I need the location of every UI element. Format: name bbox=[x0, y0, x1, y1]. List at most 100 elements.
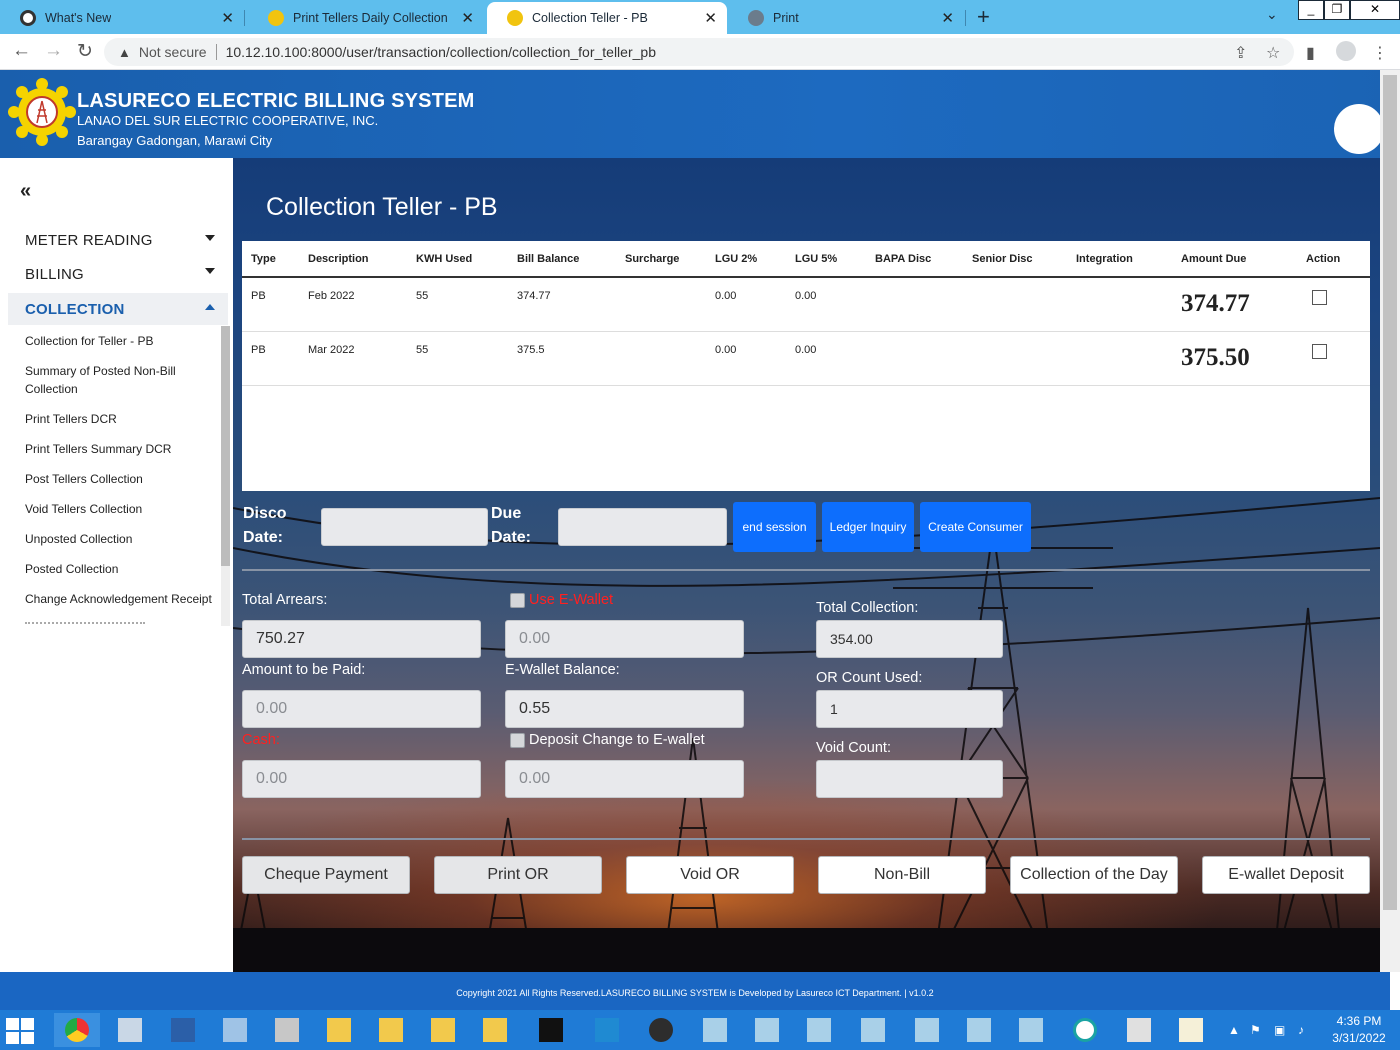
taskbar-window-icon[interactable] bbox=[692, 1013, 738, 1047]
print-or-button[interactable]: Print OR bbox=[434, 856, 602, 894]
tab-collection-teller[interactable]: Collection Teller - PB ✕ bbox=[487, 2, 727, 34]
page-scrollbar-thumb[interactable] bbox=[1383, 75, 1397, 910]
taskbar-remote-desktop-icon[interactable] bbox=[212, 1013, 258, 1047]
sidebar-menu-meter-reading[interactable]: METER READING bbox=[25, 232, 153, 249]
sidebar-item-change-ack-receipt[interactable]: Change Acknowledgement Receipt bbox=[25, 590, 212, 608]
taskbar-folder-icon[interactable] bbox=[472, 1013, 518, 1047]
deposit-change-field[interactable]: 0.00 bbox=[505, 760, 744, 798]
cell-description: Feb 2022 bbox=[299, 277, 407, 332]
sidebar-item-post-tellers-collection[interactable]: Post Tellers Collection bbox=[25, 470, 143, 488]
back-icon[interactable]: ← bbox=[12, 40, 31, 62]
restore-icon[interactable]: ❐ bbox=[1324, 0, 1350, 20]
share-icon[interactable]: ⇪ bbox=[1234, 43, 1247, 63]
caret-up-icon[interactable] bbox=[205, 304, 215, 310]
deposit-change-checkbox[interactable] bbox=[510, 733, 525, 748]
cell-lgu5: 0.00 bbox=[786, 331, 866, 386]
taskbar-window-icon[interactable] bbox=[850, 1013, 896, 1047]
void-or-button[interactable]: Void OR bbox=[626, 856, 794, 894]
profile-icon[interactable] bbox=[1336, 41, 1356, 61]
taskbar-clock[interactable]: 4:36 PM 3/31/2022 bbox=[1318, 1013, 1400, 1047]
taskbar-eset-icon[interactable] bbox=[1062, 1013, 1108, 1047]
sidebar-scrollbar-thumb[interactable] bbox=[221, 326, 230, 566]
sidebar-item-print-tellers-dcr[interactable]: Print Tellers DCR bbox=[25, 410, 117, 428]
non-bill-button[interactable]: Non-Bill bbox=[818, 856, 986, 894]
collection-of-the-day-button[interactable]: Collection of the Day bbox=[1010, 856, 1178, 894]
taskbar-window-icon[interactable] bbox=[956, 1013, 1002, 1047]
sidebar-menu-collection[interactable]: COLLECTION bbox=[25, 301, 125, 318]
taskbar-window-icon[interactable] bbox=[1008, 1013, 1054, 1047]
caret-down-icon[interactable] bbox=[205, 235, 215, 241]
disco-date-input[interactable] bbox=[321, 508, 488, 546]
ewallet-amount-field[interactable]: 0.00 bbox=[505, 620, 744, 658]
taskbar-window-icon[interactable] bbox=[904, 1013, 950, 1047]
sidebar-item-void-tellers-collection[interactable]: Void Tellers Collection bbox=[25, 500, 142, 518]
sidebar-item-summary-non-bill[interactable]: Summary of Posted Non-Bill Collection bbox=[25, 362, 195, 398]
end-session-button[interactable]: end session bbox=[733, 502, 816, 552]
tab-print-tellers-daily[interactable]: Print Tellers Daily Collection ✕ bbox=[248, 2, 484, 34]
windows-start-icon[interactable] bbox=[6, 1018, 36, 1044]
close-tab-icon[interactable]: ✕ bbox=[461, 9, 474, 27]
kebab-menu-icon[interactable]: ⋮ bbox=[1372, 43, 1388, 63]
sidebar-item-posted-collection[interactable]: Posted Collection bbox=[25, 560, 118, 578]
close-tab-icon[interactable]: ✕ bbox=[221, 9, 234, 27]
amount-to-be-paid-field[interactable]: 0.00 bbox=[242, 690, 481, 728]
tray-flag-icon[interactable]: ⚑ bbox=[1250, 1023, 1261, 1037]
ewallet-deposit-button[interactable]: E-wallet Deposit bbox=[1202, 856, 1370, 894]
close-tab-icon[interactable]: ✕ bbox=[941, 9, 954, 27]
taskbar-terminal-icon[interactable] bbox=[528, 1013, 574, 1047]
tray-volume-muted-icon[interactable]: ♪ bbox=[1298, 1023, 1304, 1037]
create-consumer-button[interactable]: Create Consumer bbox=[920, 502, 1031, 552]
or-count-used-label: OR Count Used: bbox=[816, 670, 923, 686]
collapse-sidebar-icon[interactable]: « bbox=[20, 180, 31, 203]
select-bill-checkbox[interactable] bbox=[1312, 290, 1327, 305]
use-ewallet-checkbox[interactable] bbox=[510, 593, 525, 608]
taskbar-powershell-icon[interactable] bbox=[160, 1013, 206, 1047]
taskbar-window-icon[interactable] bbox=[744, 1013, 790, 1047]
or-count-used-field[interactable]: 1 bbox=[816, 690, 1003, 728]
taskbar-notepad-icon[interactable] bbox=[1168, 1013, 1214, 1047]
close-window-icon[interactable]: ✕ bbox=[1350, 0, 1400, 20]
taskbar-folder-icon[interactable] bbox=[316, 1013, 362, 1047]
taskbar-calculator-icon[interactable] bbox=[1116, 1013, 1162, 1047]
taskbar-window-icon[interactable] bbox=[796, 1013, 842, 1047]
taskbar-chrome-icon[interactable] bbox=[54, 1013, 100, 1047]
due-date-input[interactable] bbox=[558, 508, 727, 546]
taskbar-network-icon[interactable] bbox=[107, 1013, 153, 1047]
taskbar-drive-icon[interactable] bbox=[264, 1013, 310, 1047]
total-collection-field[interactable]: 354.00 bbox=[816, 620, 1003, 658]
new-tab-icon[interactable]: + bbox=[977, 4, 990, 30]
cheque-payment-button[interactable]: Cheque Payment bbox=[242, 856, 410, 894]
void-count-field[interactable] bbox=[816, 760, 1003, 798]
chrome-icon bbox=[20, 10, 36, 26]
taskbar-folder-icon[interactable] bbox=[368, 1013, 414, 1047]
side-panel-icon[interactable]: ▮ bbox=[1306, 43, 1315, 63]
close-tab-icon[interactable]: ✕ bbox=[704, 9, 717, 27]
col-header-amount-due: Amount Due bbox=[1172, 241, 1297, 278]
sidebar-item-print-tellers-summary-dcr[interactable]: Print Tellers Summary DCR bbox=[25, 440, 171, 458]
minimize-icon[interactable]: _ bbox=[1298, 0, 1324, 20]
tab-print[interactable]: Print ✕ bbox=[728, 2, 964, 34]
brand-subtitle: LANAO DEL SUR ELECTRIC COOPERATIVE, INC. bbox=[77, 113, 379, 128]
tray-network-icon[interactable]: ▣ bbox=[1274, 1023, 1285, 1037]
cell-kwh: 55 bbox=[407, 331, 508, 386]
taskbar-folder-icon[interactable] bbox=[420, 1013, 466, 1047]
ledger-inquiry-button[interactable]: Ledger Inquiry bbox=[822, 502, 914, 552]
user-avatar[interactable] bbox=[1334, 104, 1384, 154]
chevron-down-icon[interactable]: ⌄ bbox=[1266, 6, 1278, 23]
forward-icon[interactable]: → bbox=[44, 40, 63, 62]
select-bill-checkbox[interactable] bbox=[1312, 343, 1327, 359]
caret-down-icon[interactable] bbox=[205, 268, 215, 274]
total-arrears-field[interactable]: 750.27 bbox=[242, 620, 481, 658]
sidebar-menu-billing[interactable]: BILLING bbox=[25, 266, 84, 283]
reload-icon[interactable]: ↻ bbox=[77, 40, 93, 63]
ewallet-balance-field[interactable]: 0.55 bbox=[505, 690, 744, 728]
address-bar[interactable]: ▲ Not secure 10.12.10.100:8000/user/tran… bbox=[104, 38, 1294, 66]
sidebar-item-collection-for-teller[interactable]: Collection for Teller - PB bbox=[25, 332, 154, 350]
tab-whats-new[interactable]: What's New ✕ bbox=[0, 2, 244, 34]
taskbar-vscode-icon[interactable] bbox=[584, 1013, 630, 1047]
tray-chevron-up-icon[interactable]: ▲ bbox=[1228, 1023, 1240, 1037]
sidebar-item-unposted-collection[interactable]: Unposted Collection bbox=[25, 530, 132, 548]
taskbar-hs-icon[interactable] bbox=[638, 1013, 684, 1047]
bookmark-star-icon[interactable]: ☆ bbox=[1266, 43, 1280, 63]
cash-field[interactable]: 0.00 bbox=[242, 760, 481, 798]
